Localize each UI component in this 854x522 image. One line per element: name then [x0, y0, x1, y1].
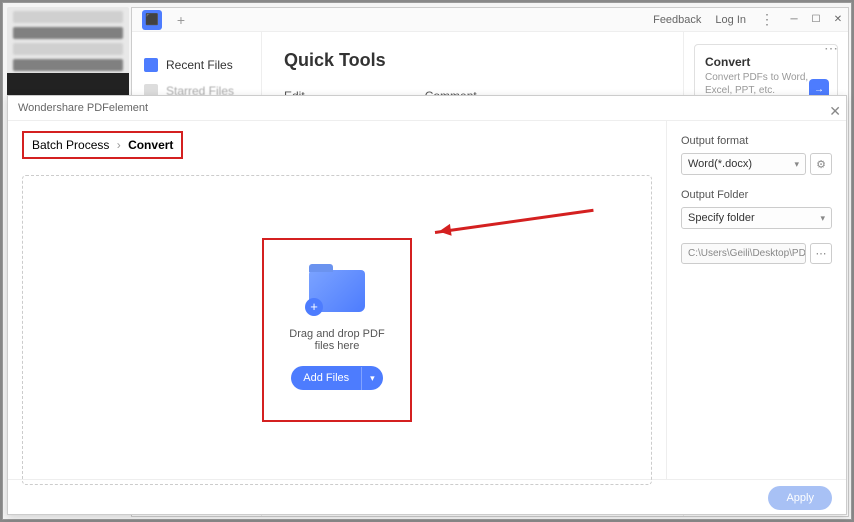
add-files-label: Add Files	[291, 366, 361, 390]
format-settings-button[interactable]: ⚙	[810, 153, 832, 175]
login-link[interactable]: Log In	[715, 14, 746, 26]
close-button[interactable]: ✕	[828, 11, 848, 29]
app-logo-icon: ⬛	[142, 10, 162, 30]
output-path-field[interactable]: C:\Users\Geili\Desktop\PDFelement\Co	[681, 243, 806, 264]
modal-close-button[interactable]: ✕	[829, 103, 841, 120]
sidebar-item-recent[interactable]: Recent Files	[132, 52, 261, 78]
output-format-select[interactable]: Word(*.docx) ▾	[681, 153, 806, 175]
sidebar-item-label: Recent Files	[166, 58, 233, 72]
select-value: Word(*.docx)	[688, 158, 752, 170]
titlebar: ⬛ + Feedback Log In ⋮ ─ ☐ ✕	[132, 8, 848, 32]
output-folder-label: Output Folder	[681, 189, 832, 201]
apply-button[interactable]: Apply	[768, 486, 832, 510]
breadcrumb-parent[interactable]: Batch Process	[32, 138, 109, 152]
maximize-button[interactable]: ☐	[806, 11, 826, 29]
output-folder-select[interactable]: Specify folder ▾	[681, 207, 832, 229]
card-title: Convert	[705, 55, 827, 69]
background-window	[7, 7, 129, 95]
modal-settings-panel: Output format Word(*.docx) ▾ ⚙ Output Fo…	[666, 121, 846, 479]
chevron-right-icon: ›	[117, 138, 121, 152]
breadcrumb: Batch Process › Convert	[22, 131, 183, 159]
dropzone[interactable]: + Drag and drop PDF files here Add Files…	[22, 175, 652, 485]
output-format-label: Output format	[681, 135, 832, 147]
plus-icon: +	[305, 298, 323, 316]
gear-icon: ⚙	[816, 158, 826, 171]
chevron-down-icon: ▾	[794, 159, 799, 170]
folder-icon: +	[309, 270, 365, 312]
feedback-link[interactable]: Feedback	[653, 14, 701, 26]
chevron-down-icon[interactable]: ▾	[361, 367, 383, 390]
select-value: Specify folder	[688, 212, 755, 224]
modal-app-name: Wondershare PDFelement	[8, 96, 846, 121]
drop-text: Drag and drop PDF files here	[284, 328, 390, 352]
chevron-down-icon: ▾	[820, 213, 825, 224]
batch-convert-modal: Wondershare PDFelement Batch Process › C…	[7, 95, 847, 515]
add-files-button[interactable]: Add Files ▾	[291, 366, 382, 390]
kebab-menu-icon[interactable]: ⋮	[760, 11, 774, 28]
minimize-button[interactable]: ─	[784, 11, 804, 29]
breadcrumb-current: Convert	[128, 138, 173, 152]
ellipsis-icon: ⋯	[816, 247, 827, 260]
drop-inner: + Drag and drop PDF files here Add Files…	[262, 238, 412, 422]
recent-files-icon	[144, 58, 158, 72]
browse-button[interactable]: ⋯	[810, 243, 832, 264]
new-tab-button[interactable]: +	[172, 12, 190, 28]
page-title: Quick Tools	[284, 50, 661, 71]
